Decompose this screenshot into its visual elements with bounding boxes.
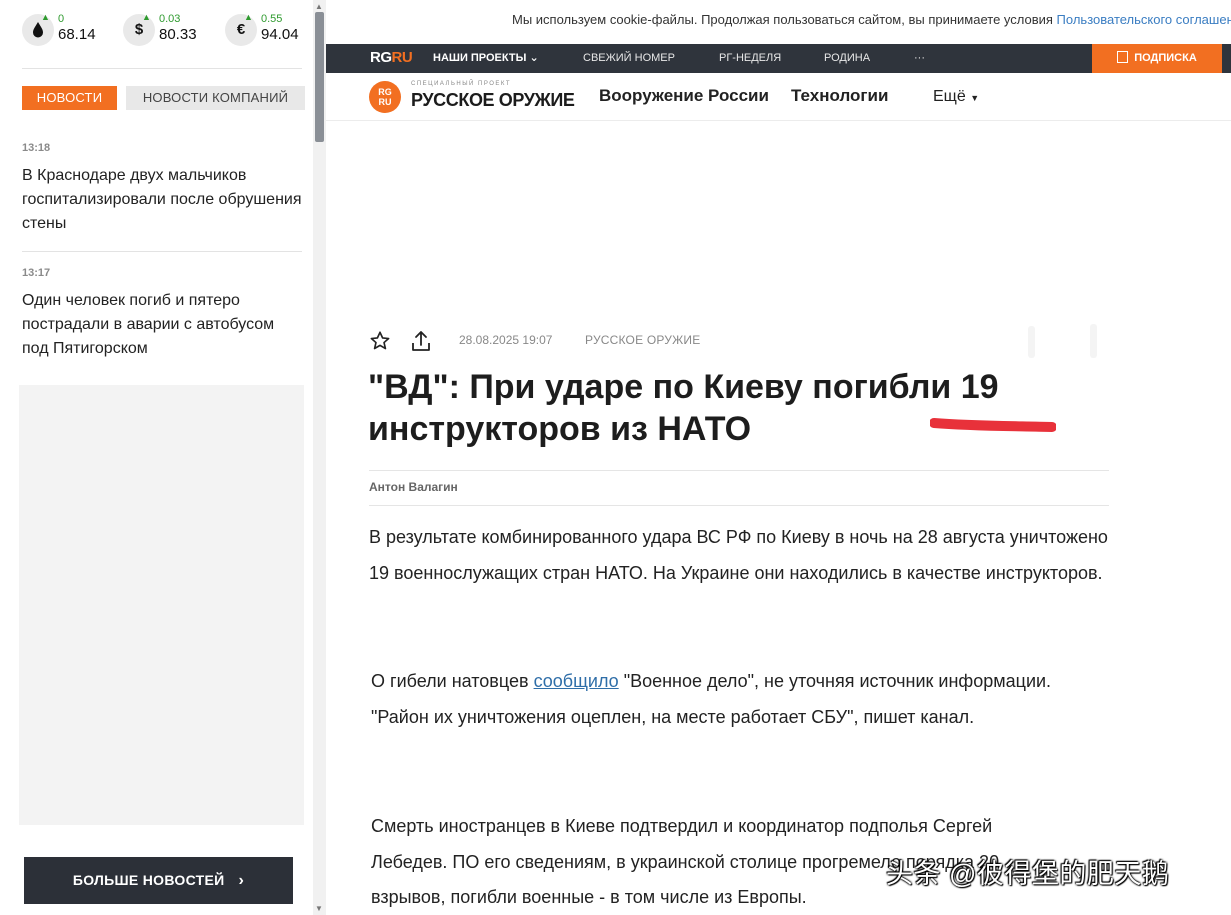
rate-delta: 0.55 (261, 13, 283, 25)
divider (369, 505, 1109, 506)
rate-delta: 0.03 (159, 13, 181, 25)
rate-delta: 0 (58, 13, 65, 25)
market-rates: ▲ 0 68.14 $ ▲ 0.03 80.33 € ▲ 0.55 94.04 (22, 10, 302, 50)
subscribe-button[interactable]: ПОДПИСКА (1092, 44, 1222, 73)
divider (22, 251, 302, 252)
top-navigation: RGRU НАШИ ПРОЕКТЫ ⌄ СВЕЖИЙ НОМЕР РГ-НЕДЕ… (326, 44, 1231, 73)
project-logo-badge[interactable]: RG RU (369, 81, 401, 113)
news-time: 13:17 (22, 267, 51, 279)
project-title[interactable]: РУССКОЕ ОРУЖИЕ (411, 90, 575, 111)
rg-logo[interactable]: RGRU (370, 49, 413, 66)
chevron-right-icon: › (238, 872, 245, 889)
cookie-banner: Мы используем cookie-файлы. Продолжая по… (326, 0, 1231, 44)
nav-weapons-russia[interactable]: Вооружение России (599, 86, 769, 106)
paragraph-text: О гибели натовцев (371, 671, 534, 691)
project-navigation: RG RU специальный проект РУССКОЕ ОРУЖИЕ В… (326, 73, 1231, 121)
news-title[interactable]: В Краснодаре двух мальчиков госпитализир… (22, 164, 302, 236)
nav-technologies[interactable]: Технологии (791, 86, 888, 106)
logo-rg-text: RG (370, 49, 392, 66)
subscribe-label: ПОДПИСКА (1134, 52, 1197, 64)
article-rubric[interactable]: РУССКОЕ ОРУЖИЕ (585, 333, 700, 347)
nav-more-dropdown[interactable]: Ещё ▼ (933, 88, 979, 106)
newspaper-icon (1117, 51, 1129, 63)
tab-company-news[interactable]: НОВОСТИ КОМПАНИЙ (126, 86, 305, 110)
up-arrow-icon: ▲ (244, 12, 253, 22)
cookie-text: Мы используем cookie-файлы. Продолжая по… (512, 12, 1057, 27)
ad-placeholder (19, 385, 304, 825)
nav-our-projects[interactable]: НАШИ ПРОЕКТЫ ⌄ (433, 44, 539, 73)
toutiao-watermark: 头条 @彼得堡的肥天鹅 (886, 859, 1170, 889)
nav-more-label: Ещё (933, 88, 966, 105)
news-item[interactable]: 13:18 В Краснодаре двух мальчиков госпит… (22, 142, 302, 236)
cookie-agreement-link[interactable]: Пользовательского соглашения (1057, 12, 1231, 27)
badge-rg: RG (378, 87, 392, 97)
scrollbar-thumb[interactable] (315, 12, 324, 142)
bookmark-star-icon[interactable] (369, 330, 391, 357)
news-title[interactable]: Один человек погиб и пятеро пострадали в… (22, 289, 302, 361)
up-arrow-icon: ▲ (41, 12, 50, 22)
article-paragraph-2: О гибели натовцев сообщило "Военное дело… (371, 664, 1071, 735)
faded-decoration (1022, 322, 1102, 362)
scroll-down-icon[interactable]: ▼ (315, 904, 323, 913)
up-arrow-icon: ▲ (142, 12, 151, 22)
more-news-button[interactable]: БОЛЬШЕ НОВОСТЕЙ › (24, 857, 293, 904)
logo-ru-text: RU (391, 49, 413, 66)
nav-more-dots[interactable]: ··· (914, 44, 925, 73)
project-subtitle: специальный проект (411, 81, 512, 87)
rate-value: 80.33 (159, 26, 197, 43)
article-paragraph-1: В результате комбинированного удара ВС Р… (369, 527, 1108, 583)
badge-ru: RU (378, 97, 392, 107)
nav-our-projects-label: НАШИ ПРОЕКТЫ (433, 52, 527, 64)
share-icon[interactable] (410, 329, 432, 358)
caret-down-icon: ▼ (970, 93, 980, 103)
scroll-up-icon[interactable]: ▲ (315, 2, 323, 11)
news-item[interactable]: 13:17 Один человек погиб и пятеро постра… (22, 267, 302, 361)
nav-rodina[interactable]: РОДИНА (824, 44, 870, 73)
source-link[interactable]: сообщило (534, 671, 619, 691)
tab-news[interactable]: НОВОСТИ (22, 86, 117, 110)
divider (22, 68, 302, 69)
nav-fresh-issue[interactable]: СВЕЖИЙ НОМЕР (583, 44, 675, 73)
red-underline-annotation (930, 418, 1056, 432)
article-meta: 28.08.2025 19:07 РУССКОЕ ОРУЖИЕ (369, 328, 1109, 354)
more-news-label: БОЛЬШЕ НОВОСТЕЙ (72, 872, 225, 888)
rate-value: 94.04 (261, 26, 299, 43)
sidebar-scrollbar[interactable]: ▲ ▼ (313, 0, 326, 915)
rate-value: 68.14 (58, 26, 96, 43)
chevron-down-icon: ⌄ (529, 52, 539, 64)
news-time: 13:18 (22, 142, 51, 154)
article-date: 28.08.2025 19:07 (459, 333, 553, 347)
article-author[interactable]: Антон Валагин (369, 480, 458, 494)
news-sidebar: ▲ 0 68.14 $ ▲ 0.03 80.33 € ▲ 0.55 94.04 … (0, 0, 326, 915)
divider (369, 470, 1109, 471)
article-headline: "ВД": При ударе по Киеву погибли 19 инст… (368, 368, 999, 448)
nav-rg-week[interactable]: РГ-НЕДЕЛЯ (719, 44, 781, 73)
